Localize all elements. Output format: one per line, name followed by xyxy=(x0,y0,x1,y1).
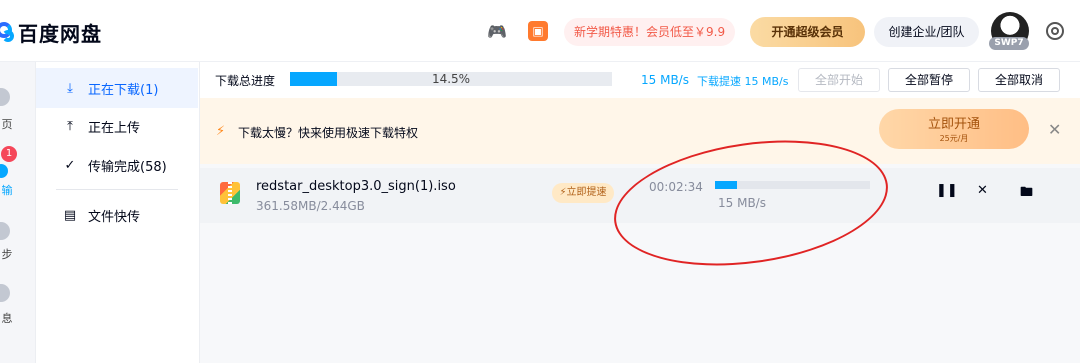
total-speed: 15 MB/s xyxy=(641,73,689,87)
speedup-banner: ⚡ 下载太慢？快来使用极速下载特权 立即开通 25元/月 ✕ xyxy=(200,98,1080,164)
close-icon[interactable]: ✕ xyxy=(1048,120,1061,139)
total-progress-track: 14.5% xyxy=(290,72,612,86)
sidenav-item-label: 文件快传 xyxy=(88,209,141,225)
total-progress-percent: 14.5% xyxy=(431,72,471,86)
start-all-button[interactable]: 全部开始 xyxy=(798,68,880,92)
speed-up-badge[interactable]: ⚡立即提速 xyxy=(552,183,614,203)
archive-file-icon xyxy=(220,182,240,204)
baidu-netdisk-logo-icon xyxy=(0,20,14,46)
pause-icon[interactable]: ❚❚ xyxy=(936,183,958,198)
activate-now-price: 25元/月 xyxy=(939,134,969,143)
cancel-all-button[interactable]: 全部取消 xyxy=(978,68,1060,92)
transfer-icon[interactable] xyxy=(0,164,8,178)
nav-rail-label[interactable]: 步 xyxy=(0,246,14,262)
top-header: 百度网盘 🎮 ▣ 新学期特惠！会员低至￥9.9 开通超级会员 创建企业/团队 S… xyxy=(0,0,1080,62)
gamepad-icon[interactable]: 🎮 xyxy=(487,21,507,41)
activate-now-button[interactable]: 立即开通 25元/月 xyxy=(879,109,1029,149)
speed-up-label: 立即提速 xyxy=(566,187,607,198)
notification-badge: 1 xyxy=(1,146,17,162)
activate-now-label: 立即开通 xyxy=(927,117,980,132)
nav-rail-label[interactable]: 输 xyxy=(0,182,14,198)
sync-icon[interactable] xyxy=(0,222,10,240)
divider xyxy=(56,189,178,190)
nav-rail-label[interactable]: 息 xyxy=(0,310,14,326)
sidenav-item-label: 正在上传 xyxy=(88,120,141,136)
pause-all-button[interactable]: 全部暂停 xyxy=(888,68,970,92)
nav-rail-label[interactable]: 页 xyxy=(0,116,14,132)
download-icon: ⤓ xyxy=(67,80,73,96)
lightning-icon: ⚡ xyxy=(216,124,226,139)
create-team-button[interactable]: 创建企业/团队 xyxy=(874,17,979,47)
boost-speed-text[interactable]: 下载提速 15 MB/s xyxy=(697,73,788,89)
promo-banner[interactable]: 新学期特惠！会员低至￥9.9 xyxy=(564,18,736,46)
avatar-badge: SWP7 xyxy=(989,37,1029,50)
monitor-icon: ▤ xyxy=(63,207,77,223)
user-icon[interactable] xyxy=(0,284,10,302)
sidenav-item-quick-transfer[interactable]: ▤ 文件快传 xyxy=(36,195,198,235)
banner-text: 下载太慢？快来使用极速下载特权 xyxy=(238,126,419,140)
sidenav-item-completed[interactable]: ✓ 传输完成(58) xyxy=(36,145,198,185)
folder-icon[interactable]: 🖿 xyxy=(1020,183,1033,205)
app-logo[interactable]: 百度网盘 xyxy=(0,18,102,47)
sidenav-item-uploading[interactable]: ⤒ 正在上传 xyxy=(36,106,198,146)
app-name: 百度网盘 xyxy=(18,22,102,46)
main-nav-rail: 页 1 输 步 息 xyxy=(0,62,36,363)
file-name: redstar_desktop3.0_sign(1).iso xyxy=(256,179,456,194)
cloud-icon[interactable] xyxy=(0,88,10,106)
close-icon[interactable]: ✕ xyxy=(977,183,988,198)
sidenav-item-downloading[interactable]: ⤓ 正在下载(1) xyxy=(36,68,198,108)
sidenav-item-label: 正在下载(1) xyxy=(88,82,159,98)
vip-button[interactable]: 开通超级会员 xyxy=(750,17,865,47)
total-progress-label: 下载总进度 xyxy=(215,74,276,88)
gift-icon[interactable]: ▣ xyxy=(528,21,548,41)
file-size: 361.58MB/2.44GB xyxy=(256,199,365,213)
transfer-sidenav: ⤓ 正在下载(1) ⤒ 正在上传 ✓ 传输完成(58) ▤ 文件快传 xyxy=(36,62,200,363)
check-circle-icon: ✓ xyxy=(64,157,76,173)
total-progress-bar: 下载总进度 14.5% 15 MB/s 下载提速 15 MB/s 全部开始 全部… xyxy=(200,62,1080,98)
upload-icon: ⤒ xyxy=(67,118,73,134)
settings-icon[interactable] xyxy=(1046,22,1064,40)
sidenav-item-label: 传输完成(58) xyxy=(88,159,167,175)
